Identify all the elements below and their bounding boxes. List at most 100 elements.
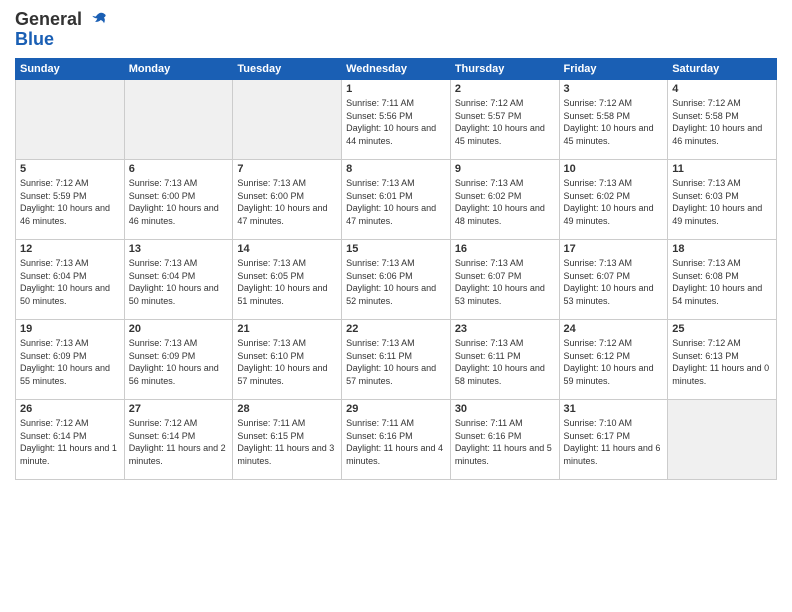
calendar-cell: 17 Sunrise: 7:13 AMSunset: 6:07 PMDayligh… [559,240,668,320]
weekday-header-row: SundayMondayTuesdayWednesdayThursdayFrid… [16,59,777,80]
weekday-monday: Monday [124,59,233,80]
logo-general: General [15,9,82,29]
week-row-3: 12 Sunrise: 7:13 AMSunset: 6:04 PMDayligh… [16,240,777,320]
calendar-cell: 23 Sunrise: 7:13 AMSunset: 6:11 PMDayligh… [450,320,559,400]
calendar-cell: 7Sunrise: 7:13 AMSunset: 6:00 PMDaylight… [233,160,342,240]
day-info: Sunrise: 7:11 AMSunset: 6:15 PMDaylight:… [237,417,337,467]
calendar-cell: 13 Sunrise: 7:13 AMSunset: 6:04 PMDayligh… [124,240,233,320]
day-number: 28 [237,403,337,415]
day-info: Sunrise: 7:13 AMSunset: 6:11 PMDaylight:… [455,337,555,387]
day-info: Sunrise: 7:12 AMSunset: 5:57 PMDaylight:… [455,97,555,147]
day-info: Sunrise: 7:11 AMSunset: 6:16 PMDaylight:… [346,417,446,467]
week-row-1: 1 Sunrise: 7:11 AMSunset: 5:56 PMDaylight… [16,80,777,160]
calendar-cell: 25 Sunrise: 7:12 AMSunset: 6:13 PMDayligh… [668,320,777,400]
day-info: Sunrise: 7:11 AMSunset: 5:56 PMDaylight:… [346,97,446,147]
logo-blue-text: Blue [15,30,109,50]
day-info: Sunrise: 7:12 AMSunset: 5:58 PMDaylight:… [564,97,664,147]
calendar-cell: 27 Sunrise: 7:12 AMSunset: 6:14 PMDayligh… [124,400,233,480]
calendar-cell: 16Sunrise: 7:13 AMSunset: 6:07 PMDayligh… [450,240,559,320]
calendar-cell: 22 Sunrise: 7:13 AMSunset: 6:11 PMDayligh… [342,320,451,400]
day-number: 9 [455,163,555,175]
calendar-cell [668,400,777,480]
day-number: 22 [346,323,446,335]
header: General Blue [15,10,777,50]
week-row-4: 19 Sunrise: 7:13 AMSunset: 6:09 PMDayligh… [16,320,777,400]
day-number: 17 [564,243,664,255]
calendar-cell: 9 Sunrise: 7:13 AMSunset: 6:02 PMDaylight… [450,160,559,240]
day-number: 20 [129,323,229,335]
day-info: Sunrise: 7:13 AMSunset: 6:03 PMDaylight:… [672,177,772,227]
day-info: Sunrise: 7:13 AMSunset: 6:04 PMDaylight:… [129,257,229,307]
calendar-cell: 8Sunrise: 7:13 AMSunset: 6:01 PMDaylight… [342,160,451,240]
day-number: 12 [20,243,120,255]
logo-text: General [15,10,109,30]
day-number: 11 [672,163,772,175]
day-info: Sunrise: 7:12 AMSunset: 6:14 PMDaylight:… [20,417,120,467]
calendar-cell: 21 Sunrise: 7:13 AMSunset: 6:10 PMDayligh… [233,320,342,400]
day-info: Sunrise: 7:12 AMSunset: 5:58 PMDaylight:… [672,97,772,147]
day-number: 3 [564,83,664,95]
calendar-cell: 20 Sunrise: 7:13 AMSunset: 6:09 PMDayligh… [124,320,233,400]
day-number: 15 [346,243,446,255]
day-number: 24 [564,323,664,335]
calendar: SundayMondayTuesdayWednesdayThursdayFrid… [15,58,777,480]
week-row-2: 5 Sunrise: 7:12 AMSunset: 5:59 PMDaylight… [16,160,777,240]
calendar-cell: 14 Sunrise: 7:13 AMSunset: 6:05 PMDayligh… [233,240,342,320]
day-number: 25 [672,323,772,335]
day-number: 8 [346,163,446,175]
calendar-cell: 4 Sunrise: 7:12 AMSunset: 5:58 PMDaylight… [668,80,777,160]
day-number: 5 [20,163,120,175]
day-info: Sunrise: 7:10 AMSunset: 6:17 PMDaylight:… [564,417,664,467]
day-number: 10 [564,163,664,175]
calendar-cell: 28 Sunrise: 7:11 AMSunset: 6:15 PMDayligh… [233,400,342,480]
calendar-cell: 3 Sunrise: 7:12 AMSunset: 5:58 PMDaylight… [559,80,668,160]
calendar-cell: 5 Sunrise: 7:12 AMSunset: 5:59 PMDaylight… [16,160,125,240]
weekday-tuesday: Tuesday [233,59,342,80]
calendar-cell: 11 Sunrise: 7:13 AMSunset: 6:03 PMDayligh… [668,160,777,240]
logo: General Blue [15,10,109,50]
weekday-sunday: Sunday [16,59,125,80]
day-number: 4 [672,83,772,95]
day-info: Sunrise: 7:12 AMSunset: 5:59 PMDaylight:… [20,177,120,227]
calendar-cell: 10 Sunrise: 7:13 AMSunset: 6:02 PMDayligh… [559,160,668,240]
calendar-cell [233,80,342,160]
day-number: 30 [455,403,555,415]
day-info: Sunrise: 7:13 AMSunset: 6:00 PMDaylight:… [129,177,229,227]
day-number: 18 [672,243,772,255]
day-info: Sunrise: 7:13 AMSunset: 6:11 PMDaylight:… [346,337,446,387]
day-number: 29 [346,403,446,415]
day-number: 21 [237,323,337,335]
day-info: Sunrise: 7:12 AMSunset: 6:14 PMDaylight:… [129,417,229,467]
day-info: Sunrise: 7:13 AMSunset: 6:09 PMDaylight:… [20,337,120,387]
calendar-cell: 12Sunrise: 7:13 AMSunset: 6:04 PMDayligh… [16,240,125,320]
calendar-cell: 6 Sunrise: 7:13 AMSunset: 6:00 PMDaylight… [124,160,233,240]
calendar-cell: 30 Sunrise: 7:11 AMSunset: 6:16 PMDayligh… [450,400,559,480]
day-info: Sunrise: 7:11 AMSunset: 6:16 PMDaylight:… [455,417,555,467]
day-info: Sunrise: 7:13 AMSunset: 6:07 PMDaylight:… [564,257,664,307]
calendar-cell: 24Sunrise: 7:12 AMSunset: 6:12 PMDayligh… [559,320,668,400]
day-info: Sunrise: 7:13 AMSunset: 6:05 PMDaylight:… [237,257,337,307]
day-info: Sunrise: 7:13 AMSunset: 6:02 PMDaylight:… [455,177,555,227]
calendar-cell: 29 Sunrise: 7:11 AMSunset: 6:16 PMDayligh… [342,400,451,480]
day-number: 1 [346,83,446,95]
day-number: 27 [129,403,229,415]
day-info: Sunrise: 7:13 AMSunset: 6:02 PMDaylight:… [564,177,664,227]
weekday-wednesday: Wednesday [342,59,451,80]
day-number: 13 [129,243,229,255]
day-info: Sunrise: 7:13 AMSunset: 6:06 PMDaylight:… [346,257,446,307]
day-number: 19 [20,323,120,335]
page: General Blue SundayMondayTuesdayWednesda… [0,0,792,612]
day-number: 16 [455,243,555,255]
calendar-cell: 26 Sunrise: 7:12 AMSunset: 6:14 PMDayligh… [16,400,125,480]
weekday-thursday: Thursday [450,59,559,80]
day-number: 14 [237,243,337,255]
logo-bird-icon [89,10,109,30]
day-info: Sunrise: 7:13 AMSunset: 6:10 PMDaylight:… [237,337,337,387]
day-info: Sunrise: 7:13 AMSunset: 6:09 PMDaylight:… [129,337,229,387]
day-info: Sunrise: 7:13 AMSunset: 6:08 PMDaylight:… [672,257,772,307]
day-number: 23 [455,323,555,335]
day-info: Sunrise: 7:12 AMSunset: 6:13 PMDaylight:… [672,337,772,387]
calendar-cell [124,80,233,160]
day-number: 6 [129,163,229,175]
day-number: 26 [20,403,120,415]
